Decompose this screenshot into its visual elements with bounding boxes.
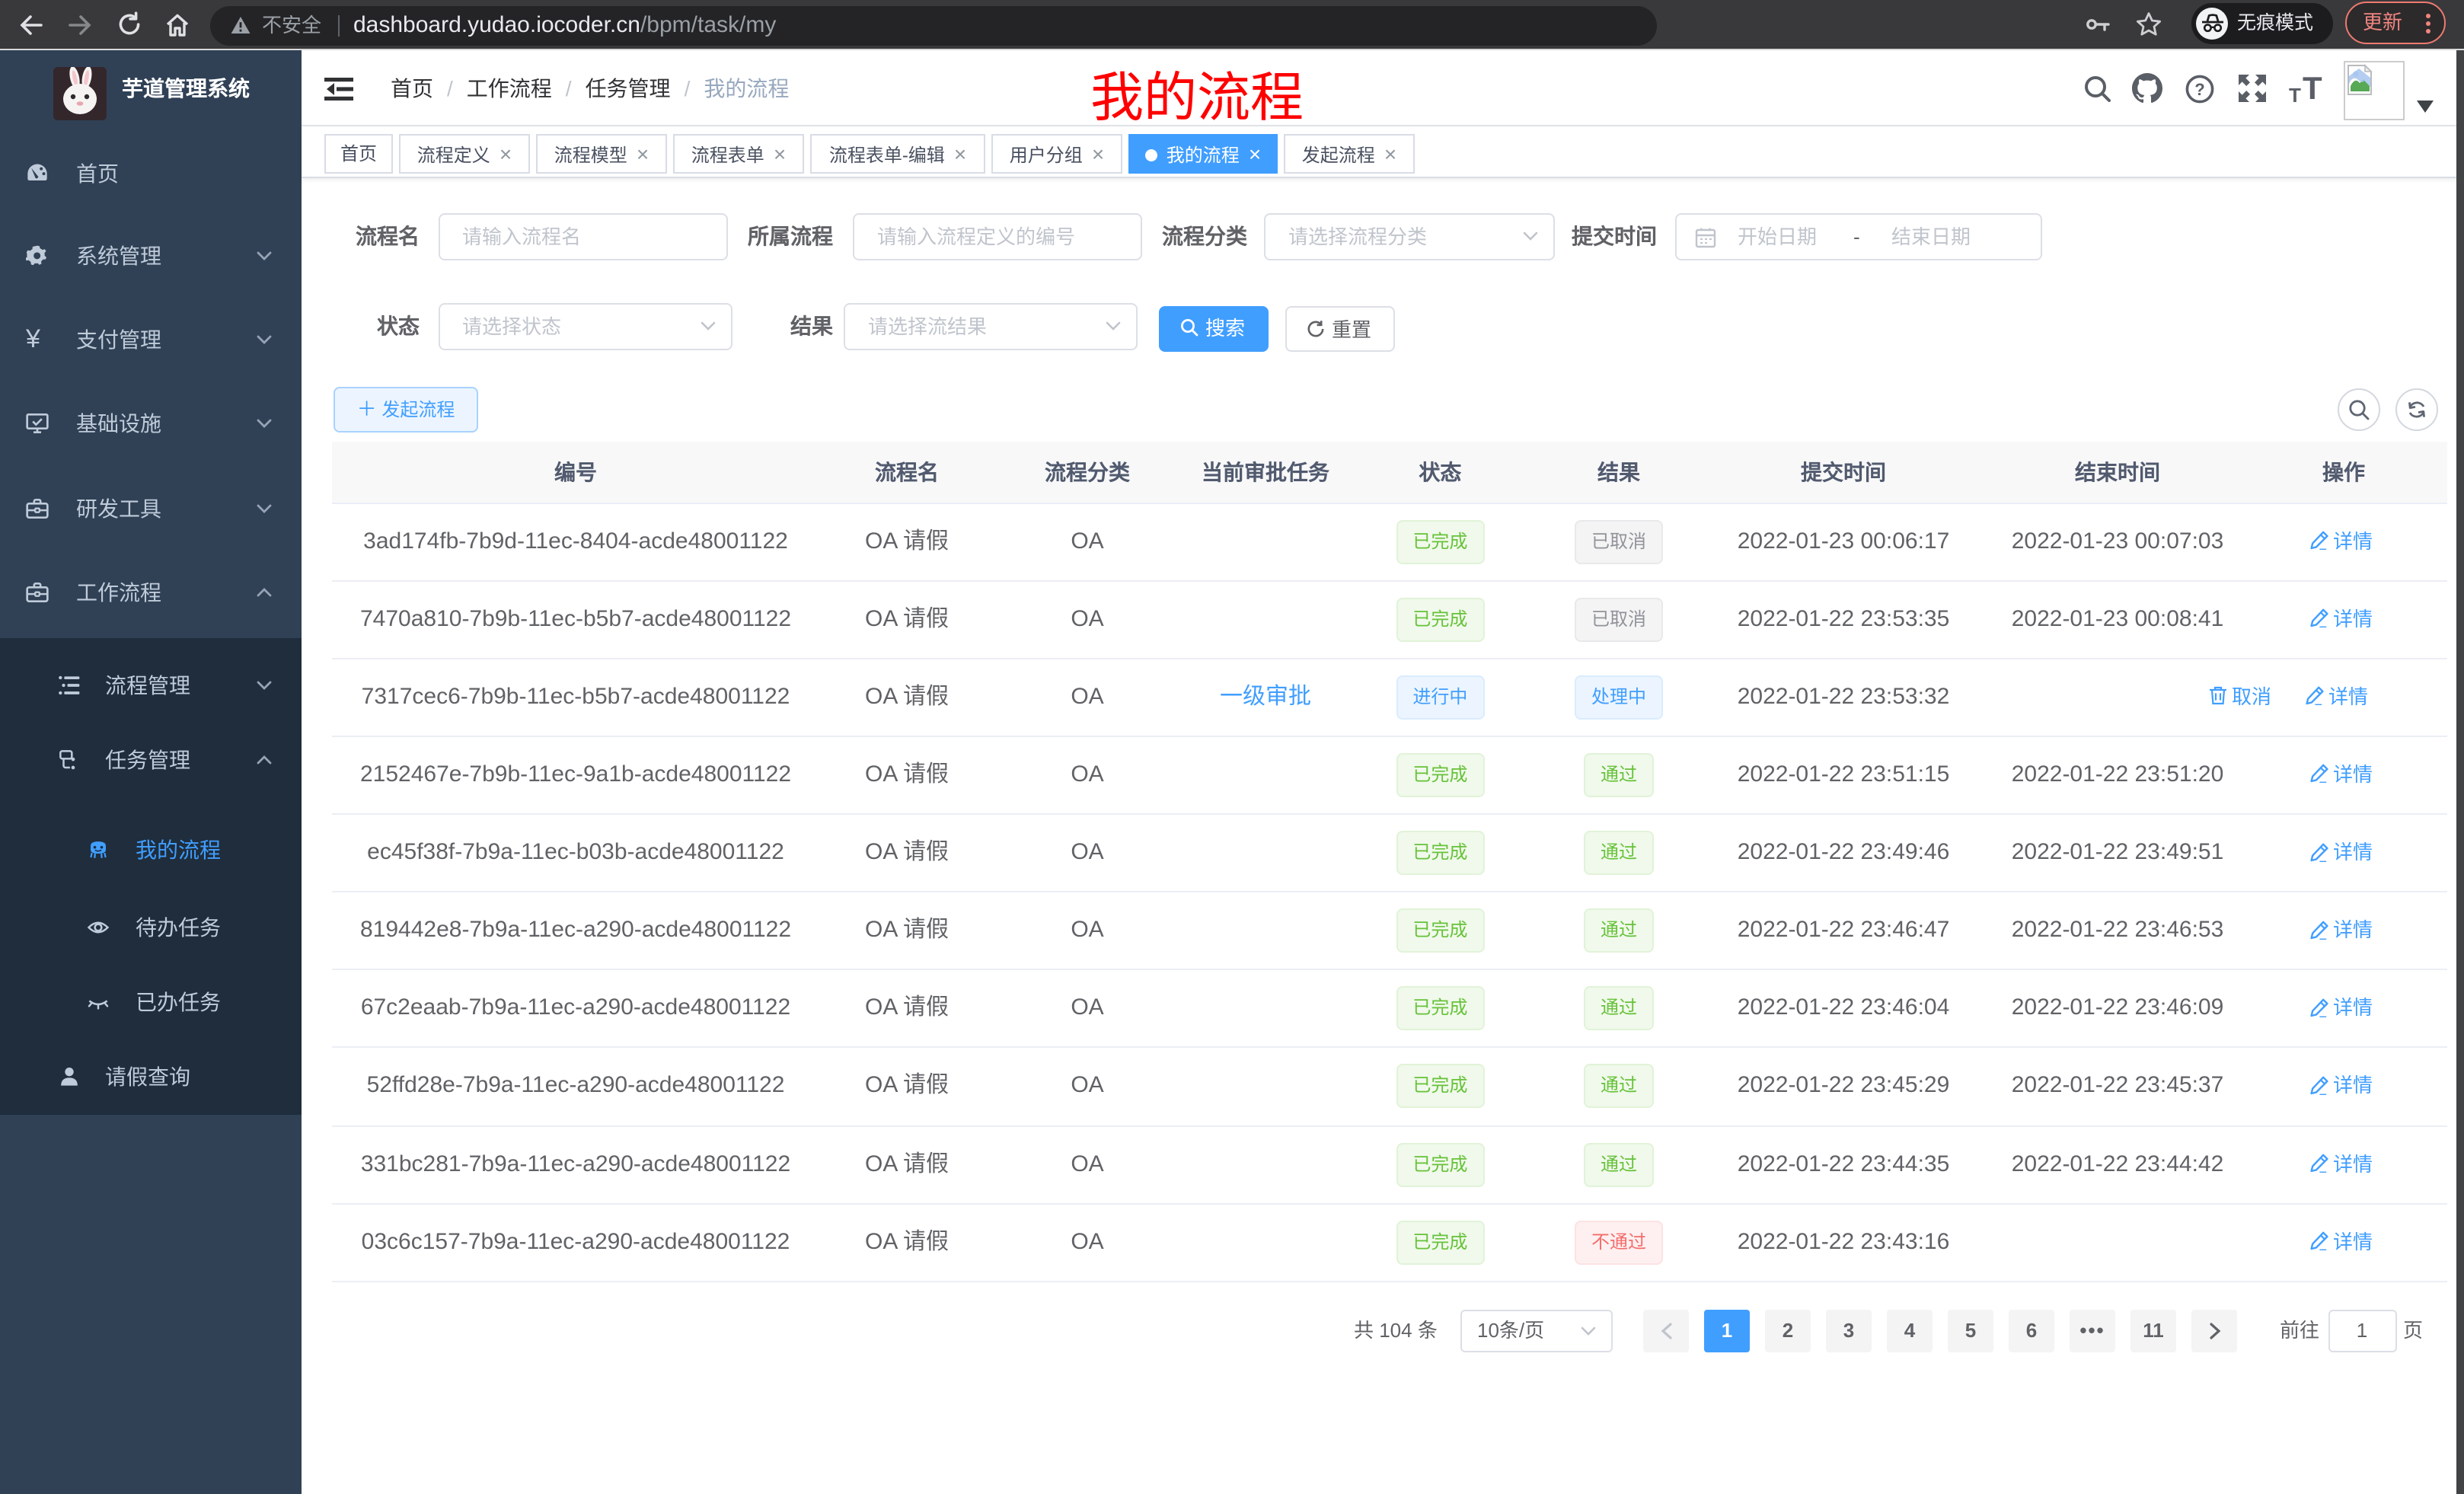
svg-text:?: ? — [2194, 79, 2204, 98]
